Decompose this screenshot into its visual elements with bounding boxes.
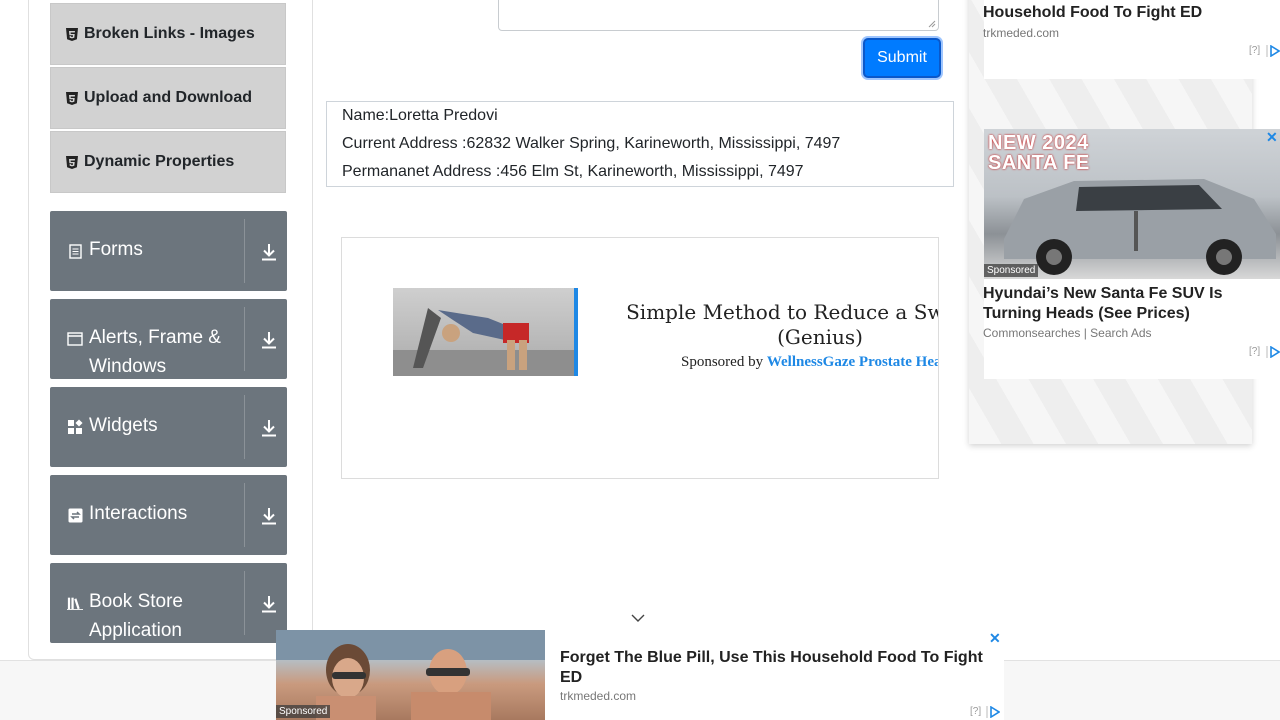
forms-icon — [67, 243, 83, 259]
interactions-icon — [67, 507, 83, 523]
page: Broken Links - Images Upload and Downloa… — [0, 0, 1280, 720]
right-ad-image[interactable]: NEW 2024 SANTA FE ✕ — [984, 129, 1280, 279]
ad-info-link[interactable]: [?] — [1249, 45, 1260, 56]
sidebar-group-widgets[interactable]: Widgets — [50, 387, 287, 467]
ad-headline[interactable]: Simple Method to Reduce a Swollen P (Gen… — [590, 300, 938, 350]
bottom-ad[interactable]: Sponsored Forget The Blue Pill, Use This… — [276, 630, 1004, 720]
sidebar-group-label: Book Store Application — [89, 591, 183, 641]
ad-headline-line: (Genius) — [777, 325, 863, 349]
sidebar-group-label: Forms — [89, 239, 143, 260]
separator — [244, 571, 245, 635]
sidebar-group-alerts[interactable]: Alerts, Frame & Windows — [50, 299, 287, 379]
adchoices-icon[interactable] — [986, 706, 1000, 718]
car-image — [1004, 179, 1276, 275]
separator — [244, 307, 245, 371]
sidebar-item-broken-links[interactable]: Broken Links - Images — [50, 3, 286, 65]
submit-button[interactable]: Submit — [863, 38, 941, 78]
sidebar-item-dynamic-properties[interactable]: Dynamic Properties — [50, 131, 286, 193]
sponsored-badge: Sponsored — [984, 264, 1039, 277]
download-icon[interactable] — [260, 506, 278, 526]
separator — [244, 219, 245, 283]
ad-headline-line: Simple Method to Reduce a Swollen P — [626, 300, 938, 324]
output-current-address: Current Address :62832 Walker Spring, Ka… — [342, 135, 841, 152]
sidebar-item-upload-download[interactable]: Upload and Download — [50, 67, 286, 129]
close-icon[interactable]: ✕ — [989, 630, 1001, 647]
widgets-icon — [67, 419, 83, 435]
download-icon[interactable] — [260, 242, 278, 262]
sidebar-group-label: Widgets — [89, 415, 158, 436]
sidebar-item-label: Broken Links - Images — [84, 25, 255, 42]
sponsored-badge: Sponsored — [276, 705, 331, 718]
sidebar-item-label: Upload and Download — [84, 89, 252, 106]
ad-info-link[interactable]: [?] — [970, 706, 981, 717]
output-name: Name:Loretta Predovi — [342, 107, 498, 124]
inline-ad[interactable]: Simple Method to Reduce a Swollen P (Gen… — [341, 237, 939, 479]
adchoices-icon[interactable] — [1266, 45, 1280, 57]
right-ad-top-source[interactable]: trkmeded.com — [983, 26, 1059, 40]
sidebar-group-label: Interactions — [89, 503, 188, 524]
window-icon — [67, 331, 83, 347]
separator — [244, 395, 245, 459]
output-panel: Name:Loretta Predovi Current Address :62… — [326, 101, 954, 187]
html5-icon — [66, 27, 78, 41]
separator — [244, 483, 245, 547]
ad-sponsor[interactable]: Sponsored by WellnessGaze Prostate Healt… — [590, 354, 938, 371]
bottom-ad-source[interactable]: trkmeded.com — [560, 689, 636, 703]
sponsor-prefix: Sponsored by — [680, 354, 764, 370]
download-icon[interactable] — [260, 330, 278, 350]
sidebar-group-interactions[interactable]: Interactions — [50, 475, 287, 555]
permanent-address-textarea[interactable] — [498, 0, 939, 31]
book-store-icon — [67, 595, 83, 611]
ad-info-link[interactable]: [?] — [1249, 346, 1260, 357]
sidebar-item-label: Dynamic Properties — [84, 153, 235, 170]
output-permanent-address: Permananet Address :456 Elm St, Karinewo… — [342, 163, 804, 180]
close-icon[interactable]: ✕ — [1266, 129, 1278, 146]
right-ad-top-title[interactable]: Household Food To Fight ED — [983, 3, 1202, 23]
sponsor-name[interactable]: WellnessGaze Prostate Health — [767, 354, 938, 370]
chevron-down-icon[interactable] — [630, 612, 646, 624]
html5-icon — [66, 91, 78, 105]
ad-image[interactable] — [393, 288, 578, 376]
right-ad-bottom-source[interactable]: Commonsearches | Search Ads — [983, 326, 1152, 340]
download-icon[interactable] — [260, 594, 278, 614]
bottom-ad-title[interactable]: Forget The Blue Pill, Use This Household… — [560, 648, 990, 688]
sidebar-group-forms[interactable]: Forms — [50, 211, 287, 291]
download-icon[interactable] — [260, 418, 278, 438]
resize-grip-icon[interactable] — [928, 20, 936, 28]
html5-icon — [66, 155, 78, 169]
right-ad-bottom-title[interactable]: Hyundai’s New Santa Fe SUV Is Turning He… — [983, 284, 1253, 324]
sidebar-group-book-store[interactable]: Book Store Application — [50, 563, 287, 643]
sidebar-group-label: Alerts, Frame & Windows — [89, 327, 221, 377]
adchoices-icon[interactable] — [1266, 346, 1280, 358]
